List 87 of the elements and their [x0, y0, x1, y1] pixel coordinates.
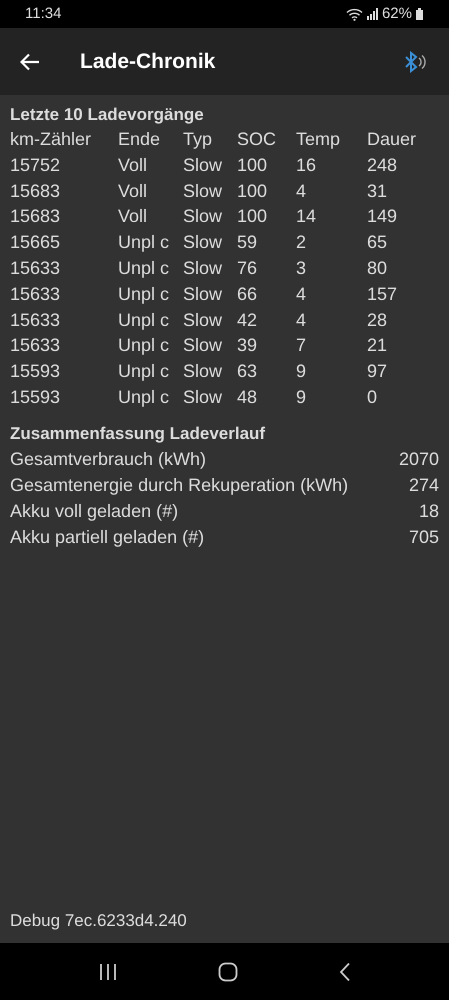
table-cell-text: 15683	[10, 180, 62, 203]
table-cell-text: 15633	[10, 256, 62, 280]
column-header: Temp	[296, 128, 342, 151]
summary-label: Akku partiell geladen (#)	[10, 526, 204, 549]
back-icon[interactable]	[20, 52, 40, 70]
table-cell-text: Unpl c	[118, 256, 170, 280]
column-header: Typ	[183, 128, 214, 151]
summary-value: 2070	[398, 448, 439, 471]
table-cell-text: 97	[367, 360, 388, 384]
table-cell-text: 14	[296, 205, 318, 228]
summary-label: Gesamtverbrauch (kWh)	[10, 448, 206, 471]
table-cell-text: Voll	[118, 154, 148, 177]
status-time: 11:34	[25, 4, 62, 24]
section-title: Letzte 10 Ladevorgänge	[10, 104, 205, 126]
column-header: km-Zähler	[10, 128, 92, 151]
summary-label: Akku voll geladen (#)	[10, 500, 178, 523]
table-cell-text: Unpl c	[118, 282, 170, 306]
column-header: Dauer	[367, 128, 418, 151]
summary-value: 18	[418, 500, 439, 523]
summary-value: 705	[408, 526, 439, 549]
battery-icon	[416, 8, 423, 20]
table-cell-text: 9	[296, 360, 308, 384]
table-cell-text: 65	[367, 231, 388, 254]
table-cell-text: 42	[237, 308, 258, 332]
table-cell-text: 39	[237, 334, 258, 358]
table-cell-text: 4	[296, 308, 308, 332]
table-cell-text: 15665	[10, 231, 62, 254]
summary-label: Gesamtenergie durch Rekuperation (kWh)	[10, 474, 348, 497]
table-cell-text: 15593	[10, 386, 62, 409]
table-cell-text: 15633	[10, 282, 62, 306]
table-cell-text: 63	[237, 360, 258, 384]
table-cell-text: Slow	[183, 282, 224, 306]
table-cell-text: 28	[367, 308, 388, 332]
table-cell-text: 59	[237, 231, 258, 254]
table-cell-text: 66	[237, 282, 258, 306]
column-header: SOC	[237, 128, 278, 151]
table-cell-text: 4	[296, 282, 308, 306]
table-cell-text: 3	[296, 256, 308, 280]
recent-apps-icon[interactable]	[98, 962, 118, 980]
table-cell-text: Voll	[118, 180, 148, 203]
table-cell-text: 15683	[10, 205, 62, 228]
table-cell-text: Slow	[183, 386, 224, 409]
table-cell-text: 31	[367, 180, 388, 203]
table-cell-text: 149	[367, 205, 398, 228]
wifi-icon	[346, 8, 363, 20]
battery-percent: 62%	[382, 4, 412, 24]
table-cell-text: 248	[367, 154, 398, 177]
table-cell-text: 9	[296, 386, 308, 409]
table-cell-text: Unpl c	[118, 308, 170, 332]
table-cell-text: 7	[296, 334, 308, 358]
table-cell-text: Slow	[183, 205, 224, 228]
table-cell-text: Voll	[118, 205, 148, 228]
table-cell-text: 16	[296, 154, 318, 177]
table-cell-text: Unpl c	[118, 360, 170, 384]
table-cell-text: 21	[367, 334, 388, 358]
table-cell-text: Slow	[183, 154, 224, 177]
table-cell-text: 100	[237, 180, 268, 203]
table-cell-text: 100	[237, 154, 268, 177]
table-cell-text: 15752	[10, 154, 62, 177]
table-cell-text: Slow	[183, 308, 224, 332]
table-cell-text: Slow	[183, 360, 224, 384]
summary-value: 274	[408, 474, 439, 497]
table-cell-text: 15633	[10, 334, 62, 358]
table-cell-text: 76	[237, 256, 258, 280]
table-cell-text: Unpl c	[118, 231, 170, 254]
table-cell-text: 2	[296, 231, 308, 254]
signal-icon	[366, 8, 378, 20]
table-cell-text: 15633	[10, 308, 62, 332]
table-cell-text: 15593	[10, 360, 62, 384]
table-cell-text: Slow	[183, 231, 224, 254]
table-cell-text: 48	[237, 386, 258, 409]
table-cell-text: 0	[367, 386, 378, 409]
back-nav-icon[interactable]	[338, 962, 351, 982]
home-icon[interactable]	[218, 962, 238, 982]
table-cell-text: Unpl c	[118, 334, 170, 358]
section-title: Zusammenfassung Ladeverlauf	[10, 422, 266, 445]
debug-text: Debug 7ec.6233d4.240	[10, 910, 188, 932]
table-cell-text: Unpl c	[118, 386, 170, 409]
table-cell-text: 100	[237, 205, 268, 228]
table-cell-text: 80	[367, 256, 388, 280]
table-cell-text: Slow	[183, 256, 224, 280]
table-cell-text: 4	[296, 180, 308, 203]
column-header: Ende	[118, 128, 162, 151]
table-cell-text: Slow	[183, 334, 224, 358]
screen-title: Lade-Chronik	[80, 48, 216, 75]
table-cell-text: 157	[367, 282, 398, 306]
table-cell-text: Slow	[183, 180, 224, 203]
